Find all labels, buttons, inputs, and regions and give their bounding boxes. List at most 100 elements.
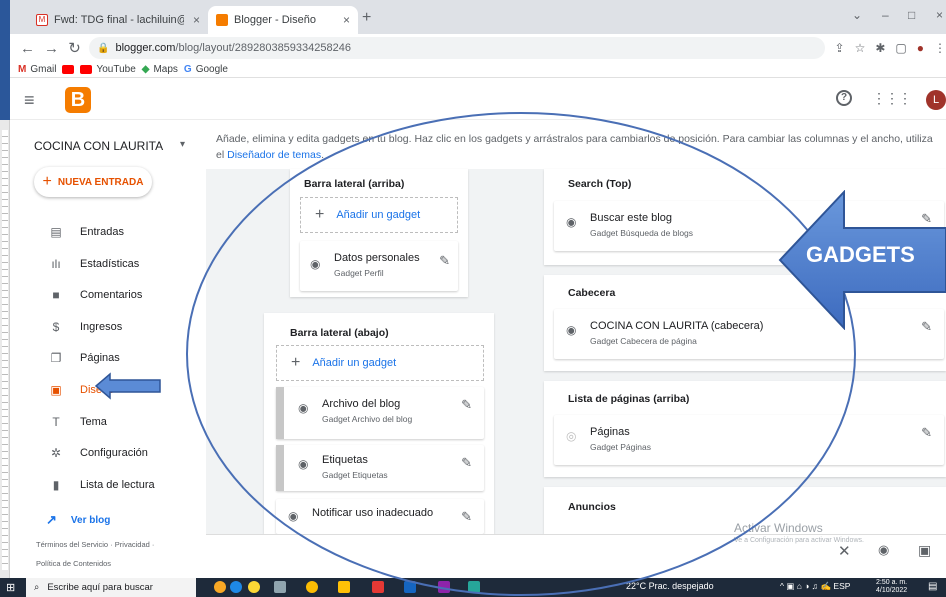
blog-title[interactable]: COCINA CON LAURITA — [34, 139, 163, 153]
sidebar-item-entradas[interactable]: ▤ Entradas — [10, 219, 206, 245]
eye-icon[interactable]: ◉ — [566, 323, 576, 337]
notifications-icon[interactable]: ▤ — [928, 581, 937, 592]
posts-icon: ▤ — [50, 225, 62, 239]
tab-gmail[interactable]: M Fwd: TDG final - lachiluin@gmail × — [28, 6, 208, 34]
bookmark-youtube-red[interactable] — [62, 65, 75, 74]
word-icon[interactable] — [404, 581, 416, 593]
sidebar-item-configuracion[interactable]: ✲ Configuración — [10, 440, 206, 466]
help-icon[interactable]: ? — [836, 90, 852, 106]
minimize-button[interactable]: – — [882, 8, 889, 22]
section-title: Cabecera — [568, 287, 616, 299]
clock[interactable]: 2:50 a. m. 4/10/2022 — [876, 579, 907, 595]
sidepanel-icon[interactable]: ▢ — [895, 41, 906, 55]
reload-icon[interactable]: ↻ — [68, 39, 81, 57]
windows-start-icon[interactable]: ⊞ — [6, 581, 15, 594]
bookmark-maps[interactable]: ◆ Maps — [142, 64, 178, 75]
terms-links[interactable]: Términos del Servicio · Privacidad · — [36, 535, 206, 554]
edit-pencil-icon[interactable]: ✎ — [461, 455, 472, 471]
photos-icon[interactable] — [468, 581, 480, 593]
sidebar-item-ingresos[interactable]: $ Ingresos — [10, 314, 206, 340]
avatar[interactable]: L — [926, 90, 946, 110]
eye-icon[interactable]: ◉ — [298, 401, 308, 415]
share-icon[interactable]: ⇪ — [835, 41, 845, 55]
weather-text[interactable]: 22°C Prac. despejado — [626, 581, 714, 591]
url-host: blogger.com — [115, 42, 176, 54]
edit-pencil-icon[interactable]: ✎ — [921, 211, 932, 227]
forward-icon[interactable]: → — [44, 40, 59, 57]
sidebar-item-comentarios[interactable]: ■ Comentarios — [10, 282, 206, 308]
gadget-card[interactable]: ◉ COCINA CON LAURITA (cabecera) Gadget C… — [554, 309, 944, 359]
youtube-icon — [62, 65, 75, 74]
cortana-icon[interactable] — [214, 581, 226, 593]
drag-handle[interactable] — [276, 445, 284, 491]
bookmark-google[interactable]: G Google — [184, 64, 228, 75]
apps-grid-icon[interactable]: ⋮⋮⋮ — [872, 90, 912, 107]
preview-eye-icon[interactable]: ◉ — [878, 542, 889, 558]
vertical-ruler — [2, 130, 8, 570]
section-pages-list: Lista de páginas (arriba) ◎ Páginas Gadg… — [544, 381, 946, 477]
back-icon[interactable]: ← — [20, 40, 35, 57]
close-icon[interactable]: ✕ — [838, 542, 851, 560]
word-ribbon-edge — [0, 0, 10, 120]
content-policy-link[interactable]: Política de Contenidos — [36, 554, 206, 573]
edit-pencil-icon[interactable]: ✎ — [461, 397, 472, 413]
gadget-card[interactable]: ◉ Datos personales Gadget Perfil ✎ — [300, 241, 458, 291]
add-gadget-button[interactable]: + Añadir un gadget — [300, 197, 458, 233]
gadget-card[interactable]: ◉ Etiquetas Gadget Etiquetas ✎ — [276, 445, 484, 491]
gadget-card[interactable]: ◎ Páginas Gadget Páginas ✎ — [554, 415, 944, 465]
system-tray[interactable]: ^ ▣ ⌂ ◑ ♫ ✍ ESP — [780, 581, 850, 592]
tab-label: Blogger - Diseño — [234, 14, 316, 26]
app-icon[interactable] — [438, 581, 450, 593]
section-header: Cabecera ◉ COCINA CON LAURITA (cabecera)… — [544, 275, 946, 371]
eye-icon[interactable]: ◉ — [310, 257, 320, 271]
edit-pencil-icon[interactable]: ✎ — [461, 509, 472, 525]
chevron-down-icon[interactable]: ▾ — [180, 139, 185, 150]
eye-off-icon[interactable]: ◎ — [566, 429, 576, 443]
bookmark-icon: ▮ — [52, 478, 60, 492]
chrome-icon[interactable] — [306, 581, 318, 593]
profile-icon[interactable]: ● — [917, 41, 924, 55]
eye-icon[interactable]: ◉ — [566, 215, 576, 229]
gadget-card[interactable]: ◉ Archivo del blog Gadget Archivo del bl… — [276, 387, 484, 439]
new-post-button[interactable]: + NUEVA ENTRADA — [34, 167, 152, 197]
task-view-icon[interactable] — [274, 581, 286, 593]
close-tab-icon[interactable]: × — [343, 13, 350, 27]
close-window-button[interactable]: × — [936, 8, 943, 22]
sidebar-item-tema[interactable]: T Tema — [10, 409, 206, 435]
close-tab-icon[interactable]: × — [193, 13, 200, 27]
bookmark-gmail[interactable]: M Gmail — [18, 64, 56, 75]
weather-widget-icon[interactable] — [230, 581, 242, 593]
bookmark-youtube[interactable]: YouTube — [80, 64, 136, 75]
more-icon[interactable]: ⋮ — [934, 41, 946, 55]
taskbar-search-input[interactable]: ⌕ Escribe aquí para buscar — [26, 578, 196, 597]
url-path: /blog/layout/2892803859334258246 — [175, 42, 351, 54]
eye-icon[interactable]: ◉ — [298, 457, 308, 471]
sidebar-item-estadisticas[interactable]: ılı Estadísticas — [10, 251, 206, 277]
drag-handle[interactable] — [276, 387, 284, 439]
file-explorer-icon[interactable] — [338, 581, 350, 593]
star-icon[interactable]: ☆ — [855, 41, 866, 55]
tab-search-icon[interactable]: ⌄ — [852, 8, 862, 22]
maximize-button[interactable]: □ — [908, 8, 915, 22]
tab-blogger[interactable]: Blogger - Diseño × — [208, 6, 358, 34]
theme-designer-link[interactable]: Diseñador de temas — [227, 149, 321, 161]
gadget-card[interactable]: ◉ Notificar uso inadecuado ✎ — [276, 499, 484, 534]
pdf-icon[interactable] — [372, 581, 384, 593]
menu-icon[interactable]: ≡ — [24, 90, 35, 111]
url-input[interactable]: 🔒 blogger.com /blog/layout/2892803859334… — [89, 37, 825, 59]
blogger-logo[interactable]: B — [65, 87, 91, 113]
eye-icon[interactable]: ◉ — [288, 509, 298, 523]
save-icon[interactable]: ▣ — [918, 542, 931, 559]
edit-pencil-icon[interactable]: ✎ — [921, 425, 932, 441]
edit-pencil-icon[interactable]: ✎ — [439, 253, 450, 269]
sidebar-item-diseno[interactable]: ▣ Diseño — [10, 377, 206, 403]
new-tab-button[interactable]: + — [362, 9, 371, 27]
view-blog-link[interactable]: ↗ Ver blog — [46, 512, 110, 528]
extensions-icon[interactable]: ✱ — [875, 41, 885, 55]
sun-icon[interactable] — [248, 581, 260, 593]
add-gadget-button[interactable]: + Añadir un gadget — [276, 345, 484, 381]
edit-pencil-icon[interactable]: ✎ — [921, 319, 932, 335]
annotation-label: GADGETS — [806, 242, 915, 267]
sidebar-item-lista-de-lectura[interactable]: ▮ Lista de lectura — [10, 472, 206, 498]
sidebar-item-paginas[interactable]: ❐ Páginas — [10, 345, 206, 371]
